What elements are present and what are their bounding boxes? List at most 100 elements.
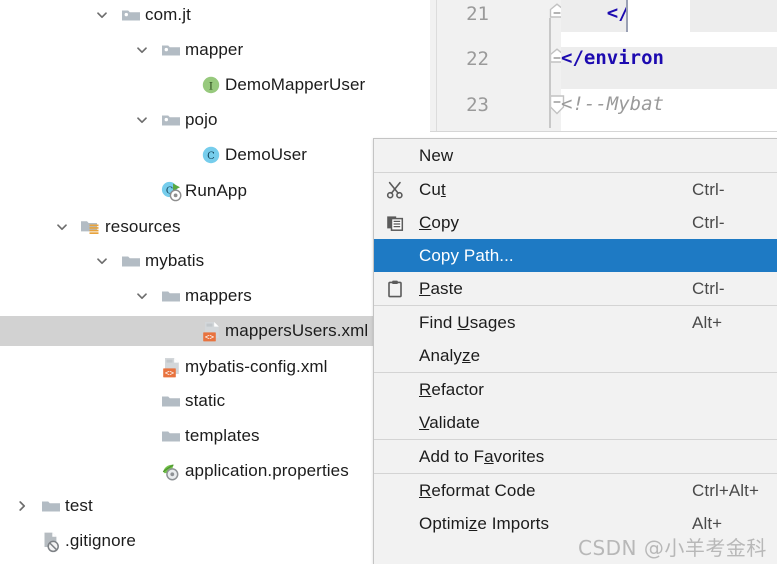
editor-caret	[626, 0, 690, 32]
tree-row-label: mybatis-config.xml	[185, 357, 328, 376]
project-tool-window[interactable]: com.jt mapper I DemoMapperUser pojo C DemoUser…	[0, 0, 430, 564]
tree-row[interactable]: application.properties	[0, 456, 430, 486]
tree-row[interactable]: mybatis	[0, 246, 430, 276]
chevron-down-icon[interactable]	[134, 288, 150, 304]
tree-row-label: static	[185, 391, 226, 410]
resource-root-icon	[80, 216, 102, 238]
tree-row-label: templates	[185, 426, 260, 445]
menu-item-label: Cut	[419, 179, 446, 199]
ide-screen: com.jt mapper I DemoMapperUser pojo C DemoUser…	[0, 0, 777, 564]
editor-context-menu[interactable]: New Cut Ctrl- Copy Ctrl- Copy Path... Paste Ctr…	[373, 138, 777, 564]
tree-row-label: mappers	[185, 286, 252, 305]
menu-item-label: Copy	[419, 212, 460, 232]
tree-row[interactable]: <> mybatis-config.xml	[0, 352, 430, 382]
tree-row-label: RunApp	[185, 181, 248, 200]
editor-bottom-edge	[430, 131, 777, 138]
menu-item-label: Analyze	[419, 345, 481, 365]
tree-row[interactable]: mapper	[0, 35, 430, 65]
tree-row[interactable]: test	[0, 491, 430, 521]
menu-item-validate[interactable]: Validate	[374, 406, 777, 439]
menu-item-shortcut: Alt+	[692, 312, 723, 332]
tree-row-label: mappersUsers.xml	[225, 321, 369, 340]
tree-row[interactable]: resources	[0, 212, 430, 242]
package-folder-icon	[120, 4, 142, 26]
tree-row-label: DemoUser	[225, 145, 308, 164]
tree-row[interactable]: .gitignore	[0, 526, 430, 556]
menu-item-shortcut: Ctrl-	[692, 179, 725, 199]
chevron-down-icon[interactable]	[94, 7, 110, 23]
tree-row-label: com.jt	[145, 5, 191, 24]
menu-item-shortcut: Ctrl+Alt+	[692, 480, 760, 500]
svg-text:<>: <>	[165, 368, 175, 377]
folder-icon	[160, 285, 182, 307]
tree-row-label: pojo	[185, 110, 218, 129]
java-runnable-icon: C	[160, 180, 182, 202]
menu-item-analyze[interactable]: Analyze	[374, 339, 777, 372]
xml-file-icon: <>	[200, 320, 222, 342]
tree-row-label: mapper	[185, 40, 244, 59]
menu-item-label: Validate	[419, 412, 480, 432]
svg-text:I: I	[209, 80, 213, 92]
menu-item-label: Paste	[419, 278, 463, 298]
menu-item-optimize-imports[interactable]: Optimize Imports Alt+	[374, 507, 777, 540]
svg-text:<>: <>	[205, 332, 215, 341]
menu-item-paste[interactable]: Paste Ctrl-	[374, 272, 777, 305]
menu-item-new[interactable]: New	[374, 139, 777, 172]
code-line: </environ	[561, 47, 664, 69]
chevron-down-icon[interactable]	[134, 42, 150, 58]
menu-item-shortcut: Ctrl-	[692, 212, 725, 232]
package-folder-icon	[160, 39, 182, 61]
menu-item-shortcut: Alt+	[692, 513, 723, 533]
tree-row-label: .gitignore	[65, 531, 136, 550]
code-line: <!--Mybat	[561, 93, 664, 115]
tree-row-label: test	[65, 496, 93, 515]
chevron-down-icon[interactable]	[94, 253, 110, 269]
svg-text:C: C	[207, 151, 215, 162]
tree-row[interactable]: templates	[0, 421, 430, 451]
folder-icon	[120, 250, 142, 272]
menu-item-shortcut: Ctrl-	[692, 278, 725, 298]
menu-item-label: Add to Favorites	[419, 446, 545, 466]
xml-editor-pane[interactable]: 21 22 23 </env </environ <!--Mybat	[430, 0, 777, 138]
menu-item-label: Copy Path...	[419, 245, 514, 265]
menu-item-refactor[interactable]: Refactor	[374, 373, 777, 406]
menu-item-label: Reformat Code	[419, 480, 536, 500]
tree-row-label: DemoMapperUser	[225, 75, 366, 94]
folder-icon	[160, 425, 182, 447]
menu-item-reformat-code[interactable]: Reformat Code Ctrl+Alt+	[374, 474, 777, 507]
editor-left-strip	[430, 0, 437, 131]
editor-gutter[interactable]: 21 22 23	[437, 0, 565, 131]
line-number: 21	[466, 3, 489, 25]
tree-row[interactable]: C RunApp	[0, 176, 430, 206]
tree-row-label: resources	[105, 217, 181, 236]
scissors-icon	[385, 180, 405, 200]
line-number: 23	[466, 94, 489, 116]
tree-row[interactable]: mappers	[0, 281, 430, 311]
clipboard-icon	[385, 279, 405, 299]
tree-row[interactable]: C DemoUser	[0, 140, 430, 170]
menu-item-label: Refactor	[419, 379, 485, 399]
menu-item-copy[interactable]: Copy Ctrl-	[374, 206, 777, 239]
tree-row[interactable]: static	[0, 386, 430, 416]
java-class-icon: C	[200, 144, 222, 166]
code-fold-line	[549, 18, 551, 128]
tree-row[interactable]: pojo	[0, 105, 430, 135]
chevron-down-icon[interactable]	[54, 219, 70, 235]
xml-file-icon: <>	[160, 356, 182, 378]
menu-item-add-to-favorites[interactable]: Add to Favorites	[374, 440, 777, 473]
menu-item-label: New	[419, 145, 454, 165]
tree-row[interactable]: com.jt	[0, 0, 430, 30]
copy-icon	[385, 213, 405, 233]
tree-row-label: application.properties	[185, 461, 349, 480]
package-folder-icon	[160, 109, 182, 131]
tree-row[interactable]: I DemoMapperUser	[0, 70, 430, 100]
menu-item-find-usages[interactable]: Find Usages Alt+	[374, 306, 777, 339]
chevron-right-icon[interactable]	[14, 498, 30, 514]
menu-item-cut[interactable]: Cut Ctrl-	[374, 173, 777, 206]
chevron-down-icon[interactable]	[134, 112, 150, 128]
menu-item-copy-path[interactable]: Copy Path...	[374, 239, 777, 272]
java-interface-icon: I	[200, 74, 222, 96]
properties-file-icon	[160, 460, 182, 482]
line-number: 22	[466, 48, 489, 70]
tree-row[interactable]: <> mappersUsers.xml	[0, 316, 375, 346]
